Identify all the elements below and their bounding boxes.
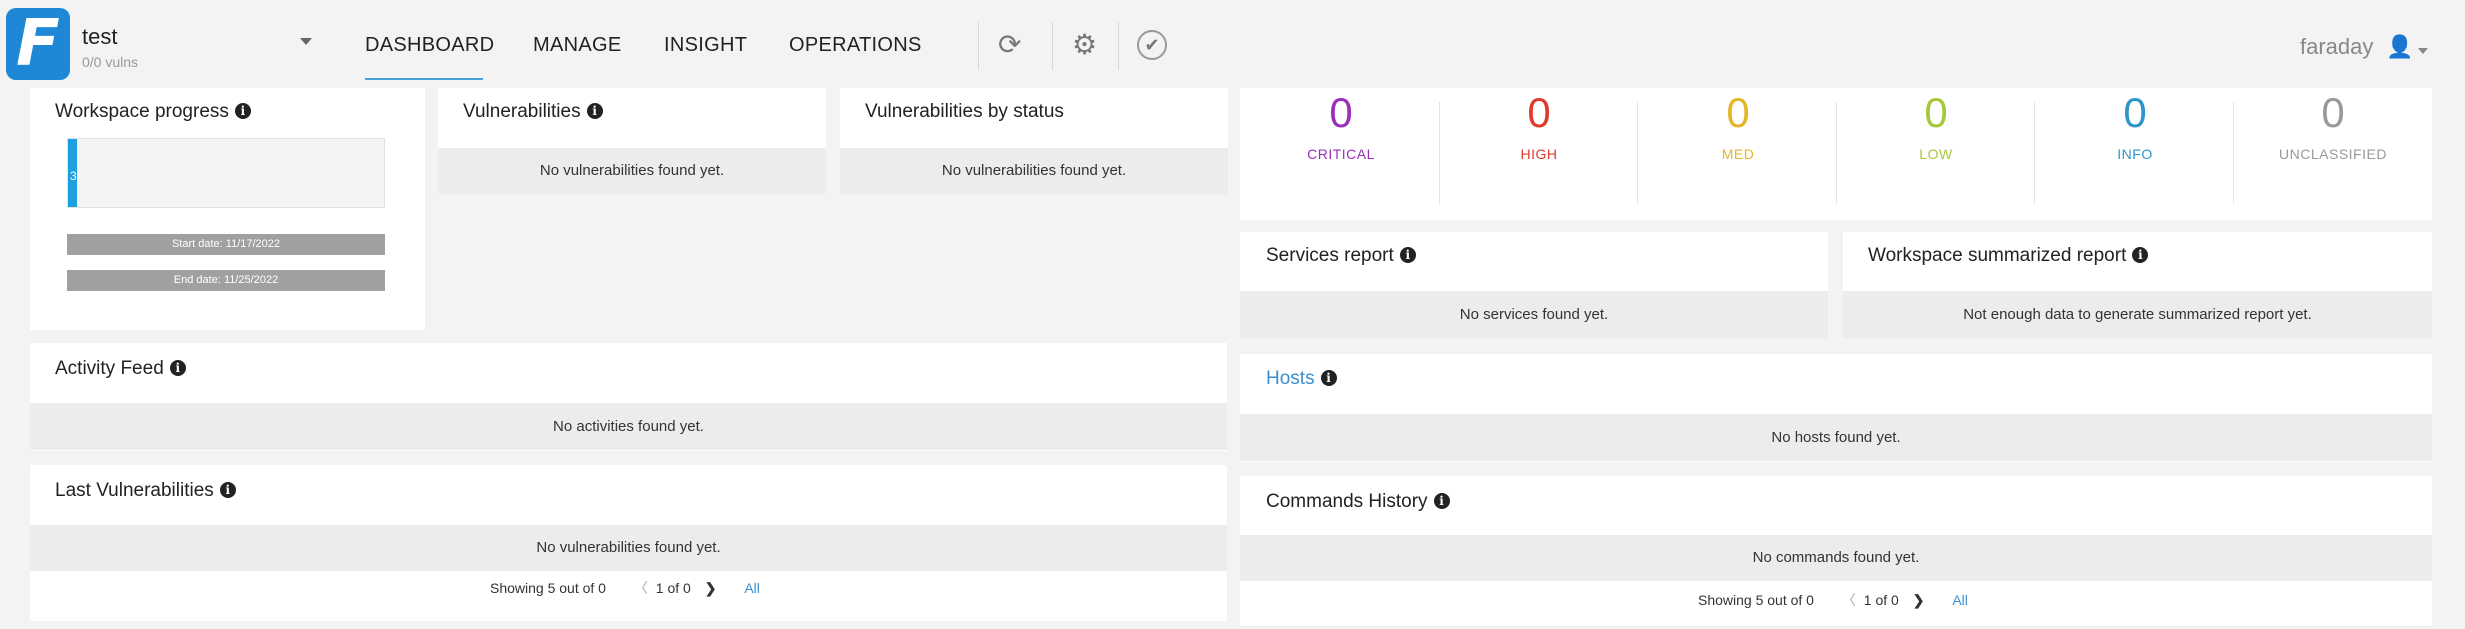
workspace-progress-title: Workspace progress i (55, 101, 251, 123)
severity-count: 0 (1726, 89, 1750, 136)
refresh-icon[interactable]: ⟳ (998, 30, 1021, 60)
workspace-vuln-count: 0/0 vulns (82, 54, 139, 70)
header-divider (1118, 22, 1119, 70)
start-date: Start date: 11/17/2022 (67, 234, 385, 255)
top-header: F test 0/0 vulns DASHBOARD MANAGE INSIGH… (0, 0, 2465, 90)
showing-count: Showing 5 out of 0 (490, 580, 606, 596)
commands-empty-message: No commands found yet. (1240, 535, 2432, 581)
severity-label: HIGH (1520, 146, 1558, 162)
info-icon[interactable]: i (169, 360, 186, 376)
severity-high[interactable]: 0 HIGH (1440, 88, 1638, 162)
info-icon[interactable]: i (2132, 247, 2149, 263)
workspace-name[interactable]: test (82, 24, 117, 50)
activity-empty-message: No activities found yet. (30, 403, 1227, 450)
severity-divider (2034, 102, 2035, 204)
severity-count: 0 (1924, 89, 1948, 136)
user-dropdown-caret-icon[interactable] (2418, 48, 2428, 54)
severity-med[interactable]: 0 MED (1639, 88, 1837, 162)
nav-active-underline (365, 78, 483, 80)
severity-unclassified[interactable]: 0 UNCLASSIFIED (2234, 88, 2432, 162)
last-vulns-pagination: Showing 5 out of 0 〈 1 of 0 ❯ All (490, 578, 760, 598)
severity-label: CRITICAL (1307, 146, 1375, 162)
severity-critical[interactable]: 0 CRITICAL (1242, 88, 1440, 162)
commands-history-title: Commands History i (1266, 491, 1450, 513)
prev-page-button[interactable]: 〈 (1842, 592, 1856, 608)
workspace-progress-panel (30, 88, 425, 330)
last-vulnerabilities-title: Last Vulnerabilities i (55, 480, 236, 502)
severity-count: 0 (1527, 89, 1551, 136)
workspace-progress-bar: 3 (67, 138, 385, 208)
all-link[interactable]: All (1952, 592, 1968, 608)
info-icon[interactable]: i (219, 482, 236, 498)
header-divider (978, 22, 979, 70)
nav-manage[interactable]: MANAGE (533, 34, 621, 57)
summarized-report-empty-message: Not enough data to generate summarized r… (1843, 291, 2432, 338)
vulnerabilities-title: Vulnerabilities i (463, 101, 603, 123)
severity-label: MED (1721, 146, 1755, 162)
hosts-empty-message: No hosts found yet. (1240, 414, 2432, 461)
gear-icon[interactable]: ⚙ (1072, 30, 1097, 60)
severity-label: INFO (2117, 146, 2153, 162)
hosts-title[interactable]: Hosts i (1266, 368, 1337, 390)
prev-page-button[interactable]: 〈 (634, 580, 648, 596)
severity-count: 0 (2123, 89, 2147, 136)
vulns-by-status-title: Vulnerabilities by status (865, 101, 1064, 122)
severity-low[interactable]: 0 LOW (1837, 88, 2035, 162)
last-vulns-empty-message: No vulnerabilities found yet. (30, 525, 1227, 571)
workspace-dropdown-caret-icon[interactable] (300, 38, 312, 45)
vulns-by-status-empty-message: No vulnerabilities found yet. (840, 148, 1228, 194)
page-indicator: 1 of 0 (1863, 592, 1899, 608)
severity-label: LOW (1919, 146, 1953, 162)
showing-count: Showing 5 out of 0 (1698, 592, 1814, 608)
info-icon[interactable]: i (1320, 370, 1337, 386)
header-divider (1052, 22, 1053, 70)
user-icon[interactable]: 👤 (2386, 34, 2413, 60)
services-empty-message: No services found yet. (1240, 291, 1828, 338)
nav-operations[interactable]: OPERATIONS (789, 34, 922, 57)
severity-info[interactable]: 0 INFO (2036, 88, 2234, 162)
services-report-title: Services report i (1266, 245, 1416, 267)
commands-pagination: Showing 5 out of 0 〈 1 of 0 ❯ All (1698, 590, 1968, 610)
activity-feed-title: Activity Feed i (55, 358, 186, 380)
progress-label: 3 (70, 169, 77, 183)
faraday-logo[interactable]: F (6, 8, 70, 80)
summarized-report-title: Workspace summarized report i (1868, 245, 2149, 267)
info-icon[interactable]: i (1399, 247, 1416, 263)
next-page-button[interactable]: ❯ (705, 580, 717, 596)
user-name[interactable]: faraday (2300, 34, 2373, 60)
vulnerabilities-empty-message: No vulnerabilities found yet. (438, 148, 826, 194)
page-indicator: 1 of 0 (655, 580, 691, 596)
all-link[interactable]: All (744, 580, 760, 596)
info-icon[interactable]: i (234, 103, 251, 119)
confirm-check-icon[interactable]: ✔ (1137, 30, 1167, 60)
next-page-button[interactable]: ❯ (1913, 592, 1925, 608)
end-date: End date: 11/25/2022 (67, 270, 385, 291)
severity-label: UNCLASSIFIED (2279, 146, 2387, 162)
severity-count: 0 (2321, 89, 2345, 136)
severity-divider (1637, 102, 1638, 204)
info-icon[interactable]: i (1433, 493, 1450, 509)
nav-dashboard[interactable]: DASHBOARD (365, 34, 494, 57)
nav-insight[interactable]: INSIGHT (664, 34, 747, 57)
info-icon[interactable]: i (586, 103, 603, 119)
severity-count: 0 (1329, 89, 1353, 136)
